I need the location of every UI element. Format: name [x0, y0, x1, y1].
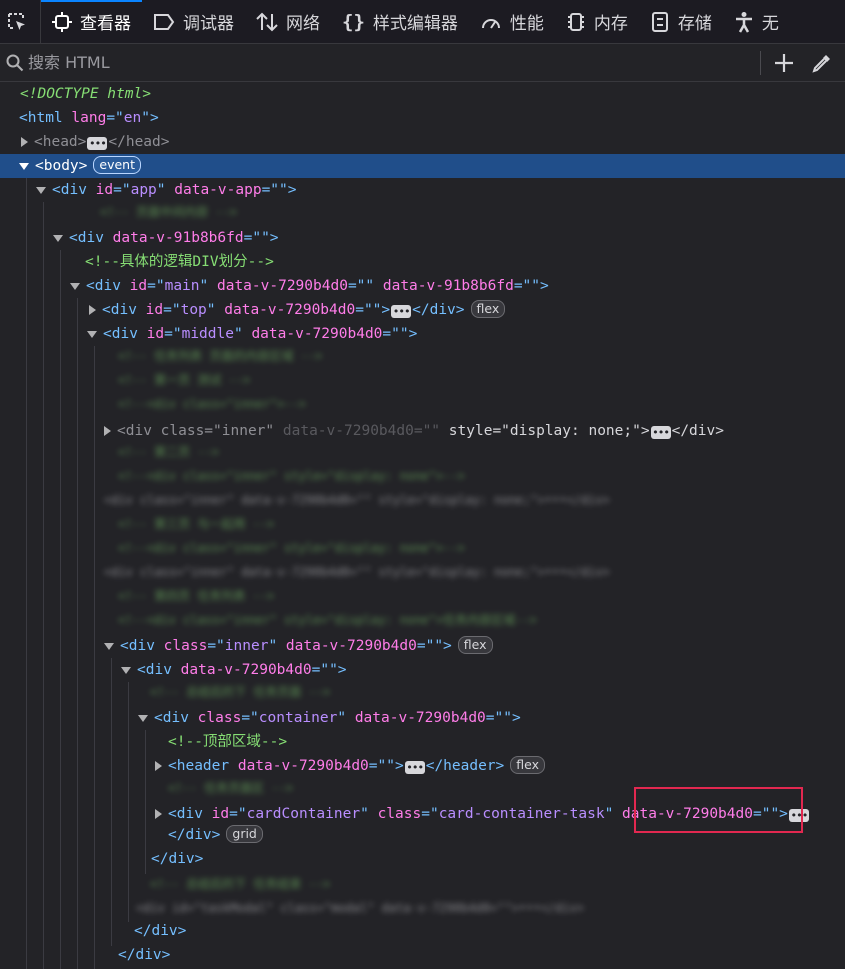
expand-arrow-icon[interactable]	[104, 426, 111, 436]
node-doctype[interactable]: <!DOCTYPE html>	[0, 82, 845, 106]
node-head[interactable]: <head> ••• </head>	[0, 130, 845, 154]
expand-arrow-icon[interactable]	[155, 809, 162, 819]
expand-arrow-icon[interactable]	[21, 137, 28, 147]
tab-label: 存储	[677, 14, 712, 34]
tab-label: 查看器	[80, 14, 131, 34]
tab-storage[interactable]: 存储	[639, 0, 723, 43]
node-div-middle[interactable]: <div id="middle" data-v-7290b4d0="">	[0, 322, 845, 346]
event-badge[interactable]: event	[93, 156, 141, 174]
blurred-comment: <!--<div class="inner" style="display: n…	[118, 613, 537, 627]
blurred-comment: <!-- 第一页 测试 -->	[118, 373, 251, 387]
collapse-arrow-icon[interactable]	[19, 162, 29, 170]
html-search-bar	[0, 44, 845, 82]
node-close-container: </div>	[151, 851, 204, 867]
storage-icon	[651, 11, 668, 32]
blurred-comment: <!-- 总结后的下 任务结束 -->	[150, 877, 331, 891]
html-lang-value: en	[123, 110, 142, 126]
tab-memory[interactable]: 内存	[555, 0, 639, 43]
blurred-comment: <!-- 任务页面区 -->	[168, 781, 294, 795]
tab-inspector[interactable]: 查看器	[41, 0, 142, 43]
collapse-arrow-icon[interactable]	[87, 330, 97, 338]
tab-network[interactable]: 网络	[245, 0, 331, 43]
node-div-main[interactable]: <div id="main" data-v-7290b4d0="" data-v…	[0, 274, 845, 298]
flex-badge[interactable]: flex	[510, 756, 546, 774]
blurred-node: <div class="inner" data-v-7290b4d0="" st…	[104, 493, 610, 507]
accessibility-icon	[735, 11, 752, 33]
tab-performance[interactable]: 性能	[469, 0, 555, 43]
plus-icon	[775, 53, 793, 72]
node-div-inner[interactable]: <div class="inner" data-v-7290b4d0=""> fl…	[0, 634, 845, 658]
inspector-icon	[52, 11, 72, 32]
blurred-comment: <!--<div class="inner" style="display: n…	[118, 469, 465, 483]
node-close-inner: </div>	[118, 947, 171, 963]
performance-icon	[481, 18, 500, 29]
doctype-text: <!DOCTYPE html>	[20, 86, 151, 102]
devtools-toolbar: 查看器 调试器 网络 {} 样式编辑器 性能 内存 存储 无	[0, 0, 845, 44]
expand-arrow-icon[interactable]	[89, 305, 96, 315]
blurred-comment: <!-- 总结后的下 任务页面 -->	[150, 685, 331, 699]
node-div-app[interactable]: <div id="app" data-v-app="">	[0, 178, 845, 202]
node-close-div: </div>	[134, 923, 187, 939]
collapse-arrow-icon[interactable]	[70, 282, 80, 290]
collapse-arrow-icon[interactable]	[104, 642, 114, 650]
debugger-icon	[154, 13, 175, 30]
node-div-91b8b6fd[interactable]: <div data-v-91b8b6fd="">	[0, 226, 845, 250]
flex-badge[interactable]: flex	[457, 636, 493, 654]
blurred-comment: <!--<div class="inner" style="display: n…	[118, 541, 465, 555]
memory-icon	[567, 12, 584, 31]
tab-debugger[interactable]: 调试器	[142, 0, 245, 43]
node-header[interactable]: <header data-v-7290b4d0=""> ••• </header> f…	[0, 754, 845, 778]
style-editor-icon: {}	[342, 10, 365, 33]
node-comment-top[interactable]: <!--顶部区域-->	[0, 730, 845, 754]
grid-badge[interactable]: grid	[226, 825, 263, 843]
blurred-comment: <!-- 第三页 与一起用 -->	[118, 517, 275, 531]
toolbar-separator	[760, 50, 761, 75]
collapse-arrow-icon[interactable]	[36, 186, 46, 194]
blurred-comment: <!-- 页面中间内容 -->	[100, 205, 238, 219]
tab-label: 无	[761, 14, 779, 34]
tab-label: 网络	[286, 14, 320, 34]
tab-accessibility[interactable]: 无	[723, 0, 790, 43]
highlight-box	[634, 787, 803, 833]
ellipsis-button[interactable]: •••	[87, 137, 108, 150]
search-html-input[interactable]	[28, 53, 760, 72]
blurred-comment: <!-- 任务列表 页面的内容区域 -->	[118, 349, 323, 363]
color-picker-button[interactable]	[807, 48, 837, 78]
element-picker-icon	[8, 12, 25, 30]
collapse-arrow-icon[interactable]	[121, 666, 131, 674]
element-picker-button[interactable]	[0, 0, 41, 43]
ellipsis-button[interactable]: •••	[391, 305, 412, 318]
markup-tree: <!DOCTYPE html> <html lang="en"> <head> •…	[0, 82, 845, 969]
network-icon	[256, 12, 278, 31]
search-icon	[6, 54, 24, 71]
node-div-container[interactable]: <div class="container" data-v-7290b4d0="…	[0, 706, 845, 730]
tab-label: 性能	[509, 14, 544, 34]
tab-label: 样式编辑器	[372, 14, 458, 34]
node-div-top[interactable]: <div id="top" data-v-7290b4d0=""> ••• </di…	[0, 298, 845, 322]
node-html[interactable]: <html lang="en">	[0, 106, 845, 130]
flex-badge[interactable]: flex	[470, 300, 506, 318]
tab-style-editor[interactable]: {} 样式编辑器	[331, 0, 469, 43]
add-node-button[interactable]	[769, 48, 799, 78]
eyedropper-icon	[812, 54, 830, 73]
blurred-comment: <!-- 第二页 -->	[118, 445, 220, 459]
node-comment-logic[interactable]: <!--具体的逻辑DIV划分-->	[0, 250, 845, 274]
collapse-arrow-icon[interactable]	[138, 714, 148, 722]
ellipsis-button[interactable]: •••	[404, 761, 425, 774]
ellipsis-button[interactable]: •••	[650, 426, 671, 439]
collapse-arrow-icon[interactable]	[53, 234, 63, 242]
node-div-7290b4d0[interactable]: <div data-v-7290b4d0="">	[0, 658, 845, 682]
node-body[interactable]: <body> event	[0, 154, 845, 178]
blurred-node: <div class="inner" data-v-7290b4d0="" st…	[104, 565, 610, 579]
tab-label: 内存	[593, 14, 628, 34]
tab-label: 调试器	[183, 14, 234, 34]
blurred-node: <div id="taskModal" class="modal" data-v…	[136, 901, 584, 915]
blurred-comment: <!-- 第四页 任务列表 -->	[118, 589, 275, 603]
blurred-comment: <!--<div class="inner">-->	[118, 397, 306, 411]
expand-arrow-icon[interactable]	[155, 761, 162, 771]
